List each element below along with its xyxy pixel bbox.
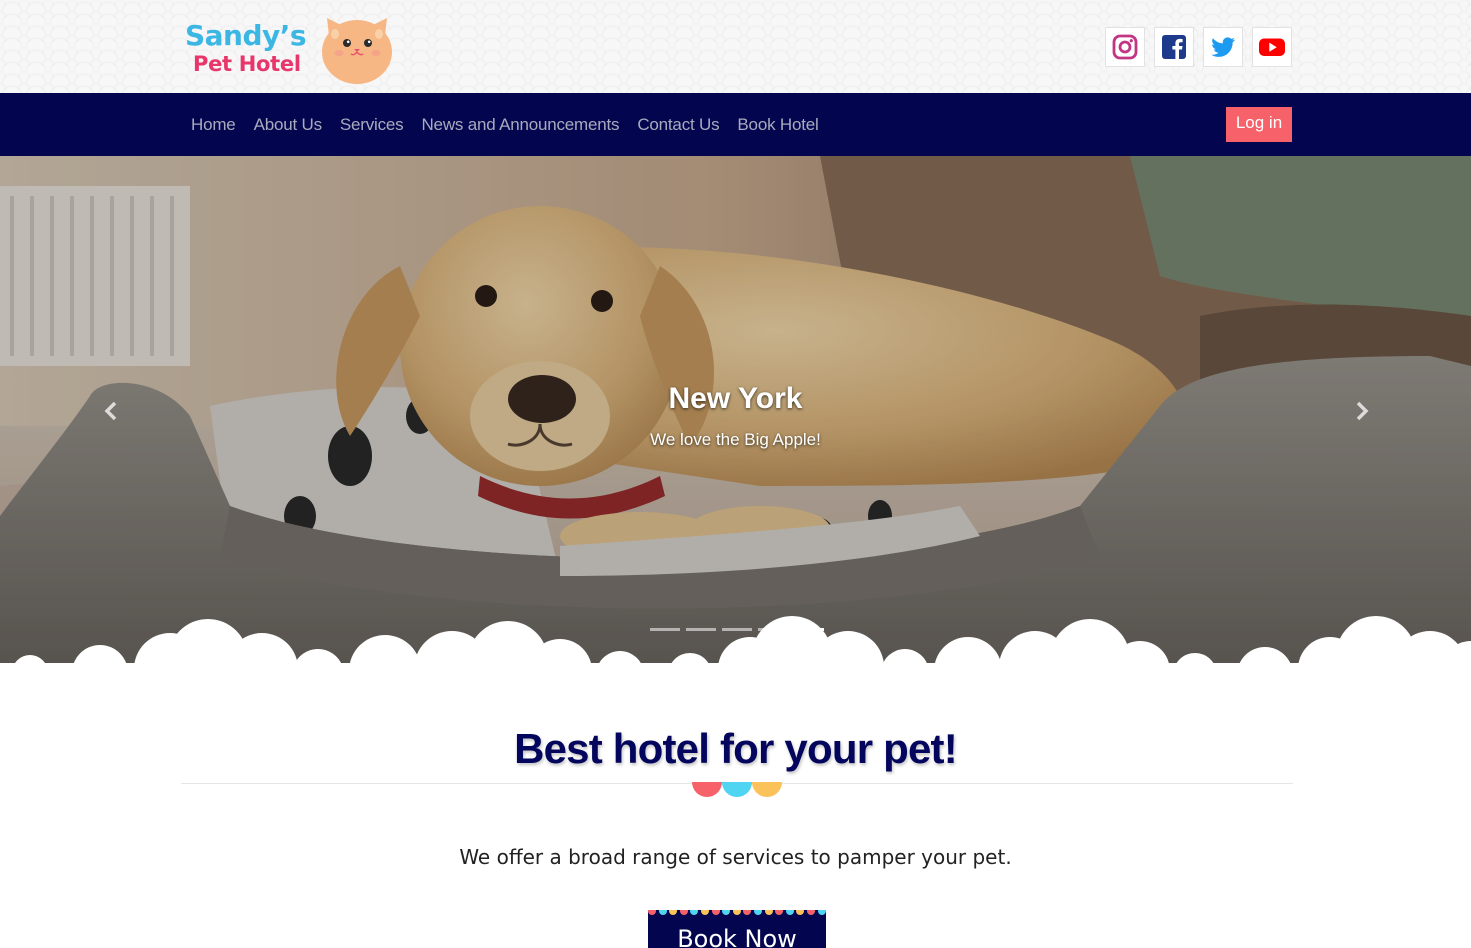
instagram-icon	[1112, 34, 1138, 60]
book-now-label: Book Now	[677, 925, 797, 948]
facebook-link[interactable]	[1154, 27, 1194, 67]
scallop	[732, 910, 741, 915]
logo-text-line1: Sandy’s	[185, 19, 307, 52]
scallop	[669, 910, 678, 915]
carousel-prev-button[interactable]	[96, 396, 126, 426]
scallop	[658, 910, 667, 915]
scallop	[764, 910, 773, 915]
instagram-link[interactable]	[1105, 27, 1145, 67]
chevron-right-icon	[1356, 401, 1369, 421]
login-button[interactable]: Log in	[1226, 107, 1292, 142]
scallop	[722, 910, 731, 915]
main-nav: Home About Us Services News and Announce…	[0, 93, 1471, 156]
slide-caption-subtitle: We love the Big Apple!	[650, 430, 821, 449]
scallop	[648, 910, 656, 915]
twitter-icon	[1211, 37, 1235, 57]
nav-links: Home About Us Services News and Announce…	[191, 93, 837, 156]
nav-item-book-hotel[interactable]: Book Hotel	[737, 115, 818, 135]
site-logo[interactable]: Sandy’s Pet Hotel	[183, 12, 398, 86]
nav-item-news[interactable]: News and Announcements	[421, 115, 619, 135]
hero-carousel: New York We love the Big Apple!	[0, 156, 1471, 669]
scallop	[753, 910, 762, 915]
youtube-icon	[1259, 38, 1285, 56]
nav-item-about-us[interactable]: About Us	[254, 115, 323, 135]
decorative-dots	[692, 782, 782, 797]
nav-item-services[interactable]: Services	[340, 115, 404, 135]
nav-item-home[interactable]: Home	[191, 115, 236, 135]
nav-item-contact-us[interactable]: Contact Us	[637, 115, 719, 135]
scallop	[796, 910, 805, 915]
cloud-divider	[0, 616, 1471, 669]
scallop	[806, 910, 815, 915]
scallop	[679, 910, 688, 915]
section-intro-text: We offer a broad range of services to pa…	[459, 845, 1012, 869]
section-title: Best hotel for your pet!	[514, 725, 958, 772]
slide-caption-title: New York	[668, 382, 803, 415]
scallop	[690, 910, 699, 915]
scallop	[785, 910, 794, 915]
button-scalloped-border	[648, 910, 826, 916]
logo-text-line2: Pet Hotel	[193, 52, 301, 76]
scallop	[817, 910, 826, 915]
twitter-link[interactable]	[1203, 27, 1243, 67]
facebook-icon	[1162, 35, 1186, 59]
scallop	[743, 910, 752, 915]
youtube-link[interactable]	[1252, 27, 1292, 67]
cat-face-icon	[322, 18, 392, 84]
carousel-next-button[interactable]	[1347, 396, 1377, 426]
site-header: Sandy’s Pet Hotel	[0, 0, 1471, 93]
book-now-button[interactable]: Book Now	[648, 910, 826, 948]
scallop	[711, 910, 720, 915]
scallop	[775, 910, 784, 915]
chevron-left-icon	[104, 401, 117, 421]
scallop	[700, 910, 709, 915]
